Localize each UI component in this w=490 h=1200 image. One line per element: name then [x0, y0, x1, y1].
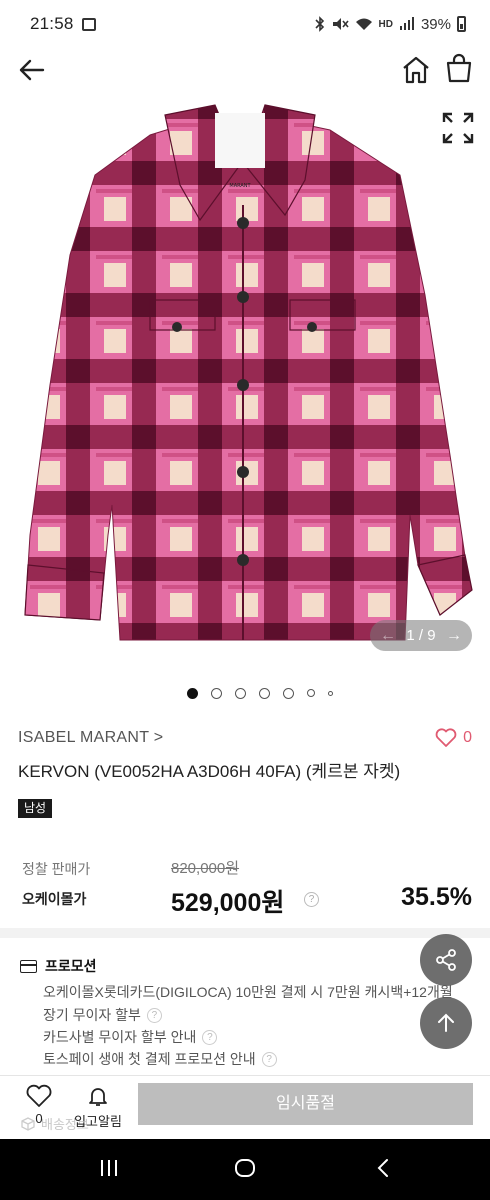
list-price-label: 정찰 판매가	[22, 861, 91, 877]
pagination-dot[interactable]	[283, 687, 294, 699]
price-help-icon[interactable]: ?	[304, 892, 319, 907]
product-image[interactable]: MARANT	[0, 95, 490, 675]
signal-icon	[399, 17, 414, 30]
system-nav-bar	[0, 1139, 490, 1200]
status-bar: 21:58 HD 39%	[0, 0, 490, 48]
plaid-jacket-image: MARANT	[24, 104, 473, 641]
hd-voice-label: HD	[378, 18, 393, 30]
promotion-line[interactable]: 카드사별 무이자 할부 안내 ?	[43, 1027, 218, 1047]
restock-alert-label: 입고알림	[74, 1114, 122, 1129]
promotion-text: 오케이몰X롯데카드(DIGILOCA) 10만원 결제 시 7만원 캐시백+12…	[43, 984, 453, 1000]
help-icon[interactable]: ?	[261, 1051, 277, 1067]
heart-outline-icon	[26, 1084, 52, 1107]
status-time: 21:58	[30, 14, 74, 33]
pagination-dot[interactable]	[211, 687, 222, 699]
price-block: 정찰 판매가 820,000원 오케이몰가 529,000원 ? 35.5%	[0, 845, 490, 923]
wifi-icon	[355, 18, 372, 30]
battery-percent: 39%	[420, 15, 451, 33]
section-divider	[0, 928, 490, 938]
share-button[interactable]	[420, 934, 472, 986]
help-icon[interactable]: ?	[202, 1029, 218, 1045]
fullscreen-icon[interactable]	[440, 110, 476, 146]
like-button[interactable]: 0	[22, 1084, 56, 1132]
wish-count: 0	[463, 729, 472, 746]
image-counter: ← 1 / 9 →	[370, 620, 472, 651]
promotion-title: 프로모션	[45, 958, 97, 974]
restock-alert-button[interactable]: 입고알림	[68, 1084, 128, 1132]
bottom-action-bar: 배송정보 0 입고알림 임시품절	[0, 1075, 490, 1139]
wishlist-button[interactable]: 0	[435, 728, 472, 748]
pagination-dot[interactable]	[187, 687, 198, 699]
scroll-top-button[interactable]	[420, 997, 472, 1049]
brand-row: ISABEL MARANT > 0	[18, 726, 472, 750]
bell-icon	[89, 1088, 107, 1106]
promotion-heading: 프로모션	[20, 956, 97, 976]
help-icon[interactable]: ?	[146, 1007, 162, 1023]
discount-rate: 35.5%	[401, 883, 472, 911]
share-icon	[436, 949, 456, 971]
pagination-dot[interactable]	[235, 687, 246, 699]
battery-icon	[457, 16, 466, 32]
sale-price-label: 오케이몰가	[22, 891, 87, 907]
home-nav-icon[interactable]	[234, 1157, 256, 1179]
next-image-icon[interactable]: →	[446, 627, 462, 645]
arrow-left-icon[interactable]	[16, 54, 48, 86]
brand-link[interactable]: ISABEL MARANT >	[18, 729, 163, 747]
app-header	[0, 48, 490, 92]
shopping-bag-icon[interactable]	[443, 52, 475, 84]
pagination-dot[interactable]	[307, 689, 315, 697]
promotion-section: 프로모션 오케이몰X롯데카드(DIGILOCA) 10만원 결제 시 7만원 캐…	[0, 948, 490, 1078]
bluetooth-icon	[314, 16, 324, 32]
like-count: 0	[35, 1111, 43, 1126]
gender-badge: 남성	[18, 799, 53, 818]
pagination-dot[interactable]	[259, 687, 270, 699]
list-price: 820,000원	[171, 860, 240, 877]
promotion-text: 토스페이 생애 첫 결제 프로모션 안내	[43, 1051, 256, 1067]
gallery-notification-icon	[81, 17, 96, 31]
arrow-up-icon	[438, 1013, 454, 1032]
sale-price: 529,000원	[171, 889, 285, 917]
recent-apps-icon[interactable]	[98, 1157, 120, 1179]
status-icons: HD 39%	[314, 15, 466, 33]
credit-card-icon	[20, 959, 37, 973]
prev-image-icon[interactable]: ←	[380, 627, 396, 645]
promotion-text: 카드사별 무이자 할부 안내	[43, 1029, 197, 1045]
mute-icon	[332, 18, 349, 30]
home-icon[interactable]	[400, 54, 432, 86]
promotion-line[interactable]: 토스페이 생애 첫 결제 프로모션 안내 ?	[43, 1049, 277, 1069]
promotion-line[interactable]: 장기 무이자 할부 ?	[43, 1005, 162, 1025]
product-title: KERVON (VE0052HA A3D06H 40FA) (케르본 자켓)	[18, 762, 401, 781]
promotion-line[interactable]: 오케이몰X롯데카드(DIGILOCA) 10만원 결제 시 7만원 캐시백+12…	[43, 982, 453, 1002]
soldout-button[interactable]: 임시품절	[138, 1083, 473, 1125]
image-pagination-dots	[0, 686, 490, 700]
heart-icon	[435, 728, 457, 747]
promotion-text: 장기 무이자 할부	[43, 1007, 141, 1023]
pagination-dot[interactable]	[328, 690, 333, 696]
label-tag-text: MARANT	[229, 183, 251, 189]
image-counter-text: 1 / 9	[406, 627, 436, 644]
back-nav-icon[interactable]	[373, 1157, 395, 1179]
